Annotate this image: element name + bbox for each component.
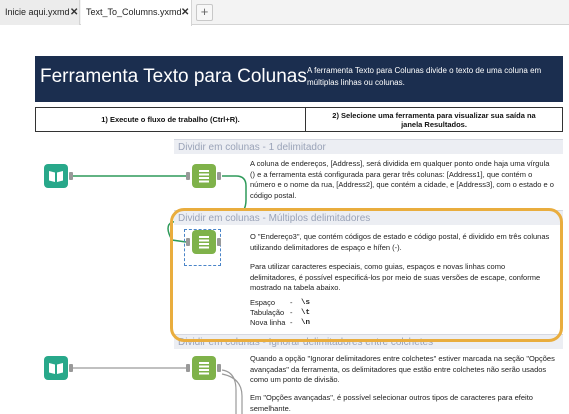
input-anchor[interactable] xyxy=(186,364,190,372)
container-description: Em "Opções avançadas", é possível seleci… xyxy=(250,393,533,413)
text-to-columns-tool[interactable] xyxy=(192,164,216,188)
highlight-annotation xyxy=(170,208,563,342)
output-anchor[interactable] xyxy=(69,364,73,372)
book-icon xyxy=(49,363,63,374)
container-description: Quando a opção "Ignorar delimitadores en… xyxy=(250,354,555,384)
input-data-tool[interactable] xyxy=(44,164,68,188)
columns-icon xyxy=(199,362,209,375)
input-anchor[interactable] xyxy=(186,172,190,180)
book-icon xyxy=(49,171,63,182)
text-to-columns-tool[interactable] xyxy=(192,356,216,380)
container-description: A coluna de endereços, [Address], será d… xyxy=(250,159,554,200)
input-data-tool[interactable] xyxy=(44,356,68,380)
output-anchor[interactable] xyxy=(217,364,221,372)
output-anchor[interactable] xyxy=(217,172,221,180)
output-anchor[interactable] xyxy=(69,172,73,180)
connection-line xyxy=(221,373,243,414)
workflow-connections xyxy=(70,175,247,414)
columns-icon xyxy=(199,170,209,183)
container-header[interactable]: Dividir em colunas - 1 delimitador xyxy=(174,139,563,154)
